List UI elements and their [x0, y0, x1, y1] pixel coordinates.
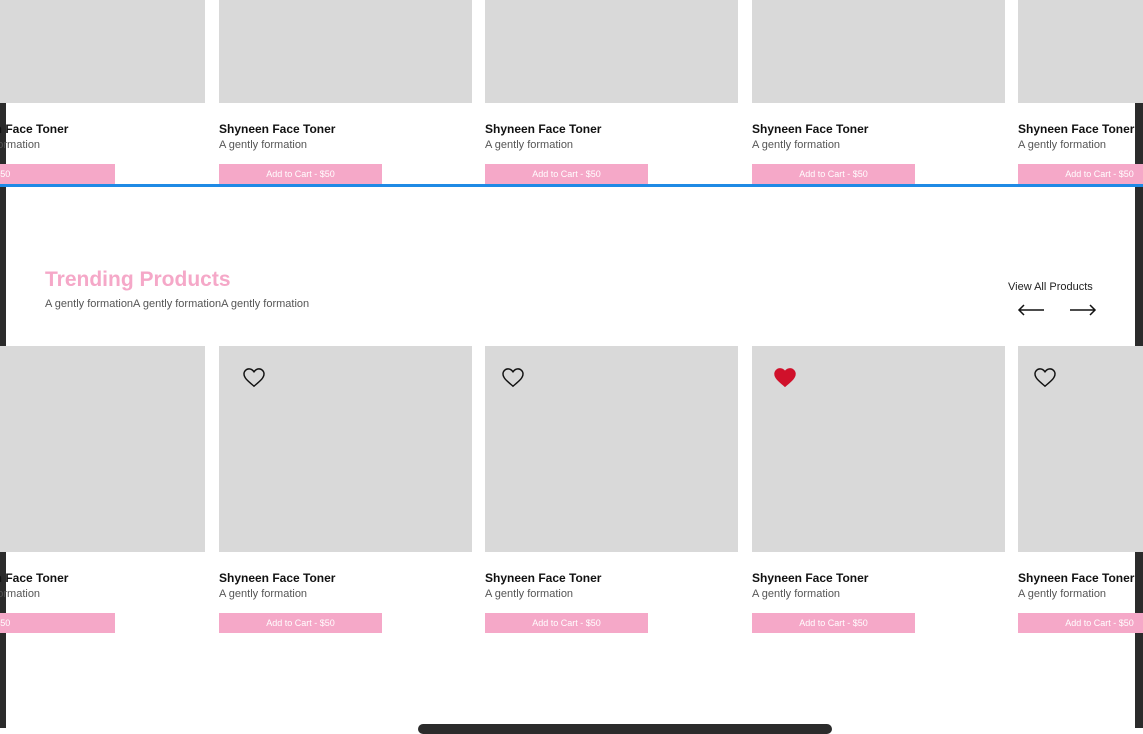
product-name: Shyneen Face Toner [0, 571, 69, 585]
product-name: Shyneen Face Toner [1018, 571, 1135, 585]
product-description: A gently formation [0, 139, 41, 151]
heart-outline-icon[interactable] [1034, 368, 1056, 388]
heart-filled-icon[interactable] [774, 368, 796, 388]
floating-toolbar[interactable] [418, 724, 832, 734]
trending-product-row: Shyneen Face Toner A gently formation Ad… [0, 346, 1143, 646]
add-to-cart-button[interactable]: Add to Cart - $50 [0, 164, 115, 184]
add-to-cart-button[interactable]: Add to Cart - $50 [1018, 613, 1143, 633]
add-to-cart-button[interactable]: Add to Cart - $50 [752, 164, 915, 184]
product-description: A gently formation [219, 588, 308, 600]
product-description: A gently formation [0, 588, 41, 600]
add-to-cart-button[interactable]: Add to Cart - $50 [1018, 164, 1143, 184]
product-description: A gently formation [485, 588, 574, 600]
product-name: Shyneen Face Toner [1018, 122, 1135, 136]
product-name: Shyneen Face Toner [485, 122, 602, 136]
product-description: A gently formation [485, 139, 574, 151]
add-to-cart-button[interactable]: Add to Cart - $50 [752, 613, 915, 633]
product-image [0, 0, 205, 103]
section-subtitle: A gently formationA gently formationA ge… [45, 298, 310, 310]
product-description: A gently formation [219, 139, 308, 151]
product-image [0, 346, 205, 552]
product-name: Shyneen Face Toner [485, 571, 602, 585]
product-image [752, 0, 1005, 103]
section-title: Trending Products [45, 268, 231, 291]
product-name: Shyneen Face Toner [752, 122, 869, 136]
product-name: Shyneen Face Toner [219, 571, 336, 585]
product-description: A gently formation [752, 588, 841, 600]
arrow-right-icon[interactable] [1069, 303, 1097, 317]
view-all-products-link[interactable]: View All Products [1008, 281, 1093, 293]
heart-outline-icon[interactable] [502, 368, 524, 388]
heart-outline-icon[interactable] [243, 368, 265, 388]
product-image [485, 0, 738, 103]
product-description: A gently formation [1018, 588, 1107, 600]
product-image [219, 0, 472, 103]
product-name: Shyneen Face Toner [219, 122, 336, 136]
add-to-cart-button[interactable]: Add to Cart - $50 [0, 613, 115, 633]
product-image [1018, 0, 1143, 103]
add-to-cart-button[interactable]: Add to Cart - $50 [219, 613, 382, 633]
add-to-cart-button[interactable]: Add to Cart - $50 [485, 613, 648, 633]
product-description: A gently formation [752, 139, 841, 151]
arrow-left-icon[interactable] [1017, 303, 1045, 317]
product-name: Shyneen Face Toner [0, 122, 69, 136]
product-name: Shyneen Face Toner [752, 571, 869, 585]
product-description: A gently formation [1018, 139, 1107, 151]
add-to-cart-button[interactable]: Add to Cart - $50 [219, 164, 382, 184]
top-product-row: Shyneen Face Toner A gently formation Ad… [0, 0, 1143, 184]
selection-divider [0, 184, 1143, 187]
add-to-cart-button[interactable]: Add to Cart - $50 [485, 164, 648, 184]
